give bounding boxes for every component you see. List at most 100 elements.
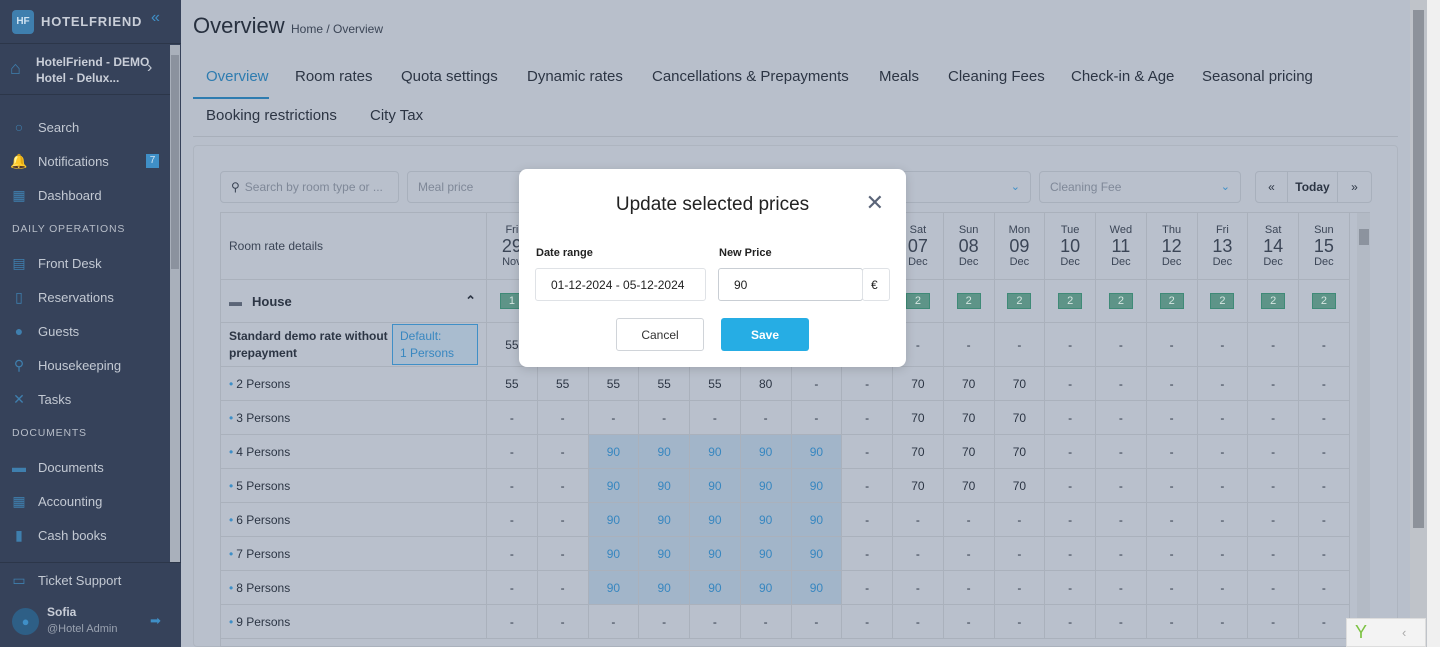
day-column-header[interactable]: Thu 12 Dec bbox=[1147, 213, 1198, 279]
price-cell[interactable]: 90 bbox=[639, 503, 690, 536]
price-cell[interactable]: - bbox=[842, 605, 893, 638]
price-cell[interactable]: - bbox=[487, 605, 538, 638]
price-cell[interactable]: - bbox=[893, 605, 944, 638]
price-cell[interactable]: - bbox=[487, 537, 538, 570]
price-cell[interactable]: 80 bbox=[741, 367, 792, 400]
price-cell[interactable]: - bbox=[1248, 435, 1299, 468]
chevron-up-icon[interactable]: ⌃ bbox=[465, 293, 476, 309]
sidebar-scrollbar[interactable] bbox=[170, 45, 180, 562]
price-cell[interactable]: 70 bbox=[893, 435, 944, 468]
price-cell[interactable]: - bbox=[1299, 571, 1350, 604]
price-cell[interactable]: - bbox=[893, 571, 944, 604]
price-cell[interactable]: - bbox=[944, 323, 995, 366]
price-cell[interactable]: 90 bbox=[740, 537, 792, 570]
next-week-button[interactable]: » bbox=[1338, 172, 1371, 202]
tab-city-tax[interactable]: City Tax bbox=[370, 107, 423, 124]
price-cell[interactable]: - bbox=[538, 435, 589, 468]
avatar[interactable]: ● bbox=[12, 608, 39, 635]
tab-check-in-age[interactable]: Check-in & Age bbox=[1071, 68, 1174, 85]
price-cell[interactable]: - bbox=[741, 605, 792, 638]
price-cell[interactable]: - bbox=[1198, 323, 1249, 366]
price-cell[interactable]: 90 bbox=[690, 537, 741, 570]
price-cell[interactable]: - bbox=[741, 401, 792, 434]
price-cell[interactable]: - bbox=[1299, 367, 1350, 400]
price-cell[interactable]: - bbox=[842, 571, 893, 604]
price-cell[interactable]: - bbox=[792, 401, 843, 434]
price-cell[interactable]: - bbox=[842, 435, 893, 468]
price-cell[interactable]: - bbox=[995, 503, 1046, 536]
price-cell[interactable]: 70 bbox=[995, 367, 1046, 400]
price-cell[interactable]: - bbox=[1147, 571, 1198, 604]
close-icon[interactable]: ✕ bbox=[866, 190, 884, 216]
sidebar-item-notifications[interactable]: 🔔 Notifications 7 bbox=[0, 144, 170, 178]
price-cell[interactable]: - bbox=[842, 503, 893, 536]
sidebar-item-dashboard[interactable]: ▦ Dashboard bbox=[0, 178, 170, 212]
price-cell[interactable]: - bbox=[1198, 537, 1249, 570]
price-cell[interactable]: - bbox=[1198, 469, 1249, 502]
price-cell[interactable]: - bbox=[995, 605, 1046, 638]
price-cell[interactable]: - bbox=[792, 605, 843, 638]
price-cell[interactable]: 90 bbox=[690, 435, 741, 468]
price-cell[interactable]: - bbox=[1096, 537, 1147, 570]
price-cell[interactable]: 90 bbox=[588, 537, 640, 570]
price-cell[interactable]: - bbox=[1096, 323, 1147, 366]
price-cell[interactable]: - bbox=[944, 605, 995, 638]
sidebar-item-front-desk[interactable]: ▤ Front Desk bbox=[0, 246, 170, 280]
price-cell[interactable]: - bbox=[1198, 435, 1249, 468]
price-cell[interactable]: 70 bbox=[893, 367, 944, 400]
price-cell[interactable]: - bbox=[1299, 469, 1350, 502]
price-cell[interactable]: 90 bbox=[639, 537, 690, 570]
price-cell[interactable]: 70 bbox=[944, 469, 995, 502]
hotel-selector[interactable]: ⌂ HotelFriend - DEMO Hotel - Delux... › bbox=[0, 45, 170, 95]
price-cell[interactable]: 90 bbox=[740, 469, 792, 502]
day-column-header[interactable]: Sat 14 Dec bbox=[1248, 213, 1299, 279]
price-cell[interactable]: - bbox=[487, 435, 538, 468]
day-column-header[interactable]: Tue 10 Dec bbox=[1045, 213, 1096, 279]
tab-seasonal-pricing[interactable]: Seasonal pricing bbox=[1202, 68, 1313, 85]
price-cell[interactable]: 70 bbox=[995, 401, 1046, 434]
price-cell[interactable]: - bbox=[487, 503, 538, 536]
price-cell[interactable]: - bbox=[538, 401, 589, 434]
today-button[interactable]: Today bbox=[1288, 172, 1338, 202]
sidebar-item-accounting[interactable]: ▦ Accounting bbox=[0, 484, 170, 518]
price-cell[interactable]: - bbox=[1045, 323, 1096, 366]
price-cell[interactable]: 90 bbox=[791, 537, 843, 570]
price-cell[interactable]: - bbox=[1248, 571, 1299, 604]
day-column-header[interactable]: Fri 13 Dec bbox=[1198, 213, 1249, 279]
price-cell[interactable]: - bbox=[1198, 605, 1249, 638]
price-cell[interactable]: 90 bbox=[588, 435, 640, 468]
price-cell[interactable]: 90 bbox=[639, 435, 690, 468]
price-cell[interactable]: 90 bbox=[588, 571, 640, 604]
tab-meals[interactable]: Meals bbox=[879, 68, 919, 85]
prev-week-button[interactable]: « bbox=[1256, 172, 1288, 202]
sidebar-item-guests[interactable]: ● Guests bbox=[0, 314, 170, 348]
tab-quota-settings[interactable]: Quota settings bbox=[401, 68, 498, 85]
price-cell[interactable]: - bbox=[842, 401, 893, 434]
tab-cleaning-fees[interactable]: Cleaning Fees bbox=[948, 68, 1045, 85]
tab-cancellations-prepayments[interactable]: Cancellations & Prepayments bbox=[652, 68, 849, 85]
price-cell[interactable]: 90 bbox=[588, 469, 640, 502]
price-cell[interactable]: - bbox=[487, 571, 538, 604]
price-cell[interactable]: 55 bbox=[538, 367, 589, 400]
logout-icon[interactable]: ➡ bbox=[150, 613, 161, 629]
tab-booking-restrictions[interactable]: Booking restrictions bbox=[206, 107, 337, 124]
price-cell[interactable]: - bbox=[1096, 367, 1147, 400]
price-cell[interactable]: 70 bbox=[944, 401, 995, 434]
price-cell[interactable]: - bbox=[690, 401, 741, 434]
price-cell[interactable]: - bbox=[1248, 367, 1299, 400]
table-scrollbar[interactable] bbox=[1357, 213, 1370, 647]
price-cell[interactable]: 90 bbox=[791, 435, 843, 468]
price-cell[interactable]: - bbox=[1198, 503, 1249, 536]
price-cell[interactable]: - bbox=[1299, 401, 1350, 434]
price-cell[interactable]: - bbox=[589, 605, 640, 638]
price-cell[interactable]: 70 bbox=[893, 401, 944, 434]
price-cell[interactable]: - bbox=[1096, 435, 1147, 468]
price-cell[interactable]: 55 bbox=[639, 367, 690, 400]
price-cell[interactable]: - bbox=[690, 605, 741, 638]
price-cell[interactable]: 55 bbox=[690, 367, 741, 400]
price-cell[interactable]: - bbox=[487, 401, 538, 434]
price-cell[interactable]: - bbox=[1248, 323, 1299, 366]
sidebar-item-search[interactable]: ○ Search bbox=[0, 110, 170, 144]
price-cell[interactable]: - bbox=[1248, 503, 1299, 536]
chat-widget[interactable]: Y ‹ bbox=[1346, 618, 1426, 647]
